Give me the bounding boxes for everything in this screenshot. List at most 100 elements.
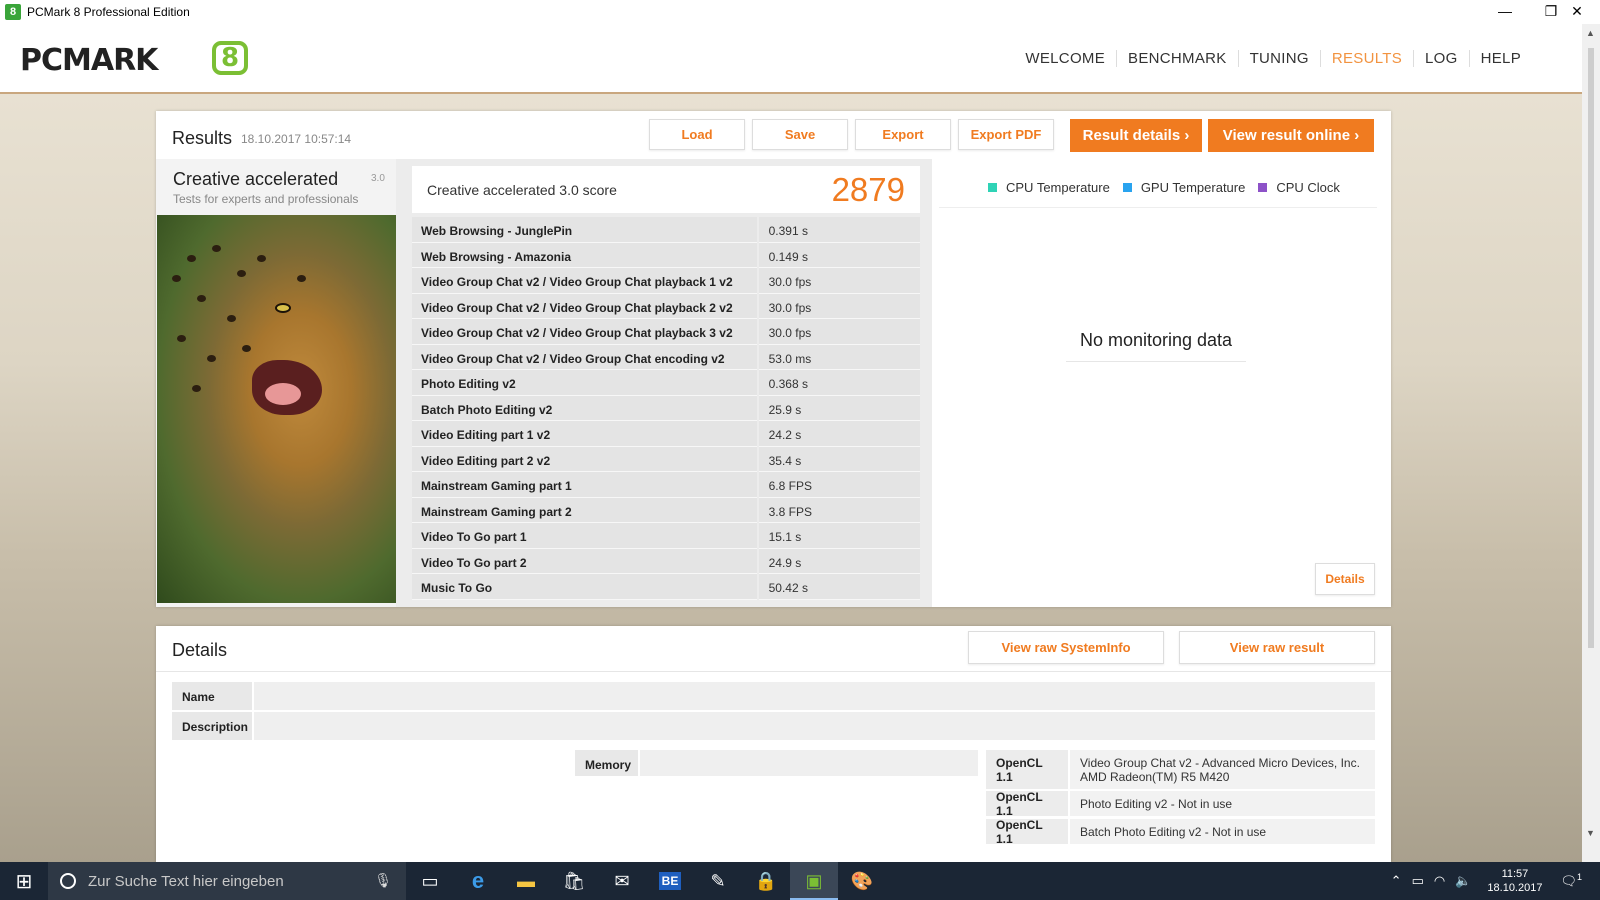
benchmark-value: 3.8 FPS	[758, 497, 920, 523]
opencl-label: OpenCL 1.1	[986, 750, 1068, 789]
load-button[interactable]: Load	[649, 119, 745, 150]
export-button[interactable]: Export	[855, 119, 951, 150]
legend-divider	[939, 207, 1377, 208]
paint-app-icon[interactable]: 🎨	[838, 862, 886, 900]
benchmark-value: 50.42 s	[758, 574, 920, 600]
wifi-icon[interactable]: ◠	[1434, 873, 1445, 889]
scroll-up-arrow-icon[interactable]: ▲	[1586, 28, 1595, 38]
volume-icon[interactable]: 🔈	[1455, 873, 1471, 889]
result-details-button[interactable]: Result details ›	[1070, 119, 1202, 152]
legend-swatch-icon	[1122, 183, 1132, 192]
system-tray: ⌃ ▭ ◠ 🔈 11:57 18.10.2017 🗨1	[1391, 862, 1600, 900]
table-row: Photo Editing v2 0.368 s	[412, 370, 920, 396]
table-row: Web Browsing - Amazonia 0.149 s	[412, 242, 920, 268]
taskbar-clock[interactable]: 11:57 18.10.2017	[1487, 867, 1542, 895]
view-raw-result-button[interactable]: View raw result	[1179, 631, 1375, 664]
nav-help[interactable]: HELP	[1468, 50, 1532, 67]
export-pdf-button[interactable]: Export PDF	[958, 119, 1054, 150]
benchmark-name: Web Browsing - JunglePin	[412, 217, 757, 243]
lock-app-icon[interactable]: 🔒	[742, 862, 790, 900]
legend-label: CPU Temperature	[1006, 180, 1110, 195]
notification-count: 1	[1576, 872, 1582, 883]
view-result-online-label: View result online	[1222, 127, 1351, 144]
benchmark-name: Video Group Chat v2 / Video Group Chat p…	[412, 293, 757, 319]
benchmark-name: Video Group Chat v2 / Video Group Chat e…	[412, 344, 757, 370]
windows-start-icon[interactable]: ⊞	[0, 862, 48, 900]
result-details-label: Result details	[1082, 127, 1181, 144]
store-icon[interactable]: 🛍	[550, 862, 598, 900]
opencl-row: OpenCL 1.1 Video Group Chat v2 - Advanced…	[986, 750, 1375, 789]
benchmark-name: Photo Editing v2	[412, 370, 757, 396]
description-row: Description	[172, 712, 1375, 740]
opencl-value: Video Group Chat v2 - Advanced Micro Dev…	[1070, 750, 1375, 789]
scroll-down-arrow-icon[interactable]: ▼	[1586, 828, 1595, 838]
benchmark-value: 30.0 fps	[758, 293, 920, 319]
table-row: Music To Go 50.42 s	[412, 574, 920, 600]
benchmark-value: 24.9 s	[758, 548, 920, 574]
chevron-up-icon[interactable]: ⌃	[1391, 873, 1402, 889]
legend-label: GPU Temperature	[1140, 180, 1246, 195]
pcmark-taskbar-icon[interactable]: ▣	[790, 862, 838, 900]
pcmark-app-icon: 8	[5, 4, 21, 20]
view-raw-systeminfo-button[interactable]: View raw SystemInfo	[968, 631, 1164, 664]
description-label: Description	[172, 712, 252, 740]
table-row: Video Group Chat v2 / Video Group Chat p…	[412, 293, 920, 319]
legend-item: CPU Clock	[1258, 180, 1340, 195]
search-placeholder: Zur Suche Text hier eingeben	[88, 872, 284, 890]
details-title: Details	[172, 640, 228, 660]
nav-tuning[interactable]: TUNING	[1237, 50, 1320, 67]
pen-app-icon[interactable]: ✎	[694, 862, 742, 900]
benchmark-name: Video Group Chat v2 / Video Group Chat p…	[412, 268, 757, 294]
minimize-button[interactable]: —	[1482, 0, 1528, 24]
view-result-online-button[interactable]: View result online ›	[1208, 119, 1374, 152]
monitoring-column	[932, 159, 1391, 607]
save-button[interactable]: Save	[752, 119, 848, 150]
table-row: Video To Go part 1 15.1 s	[412, 523, 920, 549]
table-row: Batch Photo Editing v2 25.9 s	[412, 395, 920, 421]
benchmark-name: Batch Photo Editing v2	[412, 395, 757, 421]
benchmark-value: 24.2 s	[758, 421, 920, 447]
benchmark-name: Video Editing part 2 v2	[412, 446, 757, 472]
benchmark-value: 0.368 s	[758, 370, 920, 396]
leopard-image	[157, 215, 396, 603]
scrollbar-thumb[interactable]	[1588, 48, 1594, 648]
opencl-row: OpenCL 1.1 Batch Photo Editing v2 - Not i…	[986, 818, 1375, 846]
nav-benchmark[interactable]: BENCHMARK	[1116, 50, 1238, 67]
table-row: Web Browsing - JunglePin 0.391 s	[412, 217, 920, 243]
benchmark-name: Mainstream Gaming part 1	[412, 472, 757, 498]
benchmark-app-icon[interactable]: BE	[646, 862, 694, 900]
task-view-icon[interactable]: ▭	[406, 862, 454, 900]
mail-icon[interactable]: ✉	[598, 862, 646, 900]
clock-time: 11:57	[1501, 868, 1529, 880]
file-explorer-icon[interactable]: ▬	[502, 862, 550, 900]
taskbar-search-box[interactable]: Zur Suche Text hier eingeben 🎙	[48, 862, 406, 900]
clock-date: 18.10.2017	[1487, 882, 1543, 894]
legend-item: CPU Temperature	[988, 180, 1110, 195]
monitoring-details-button[interactable]: Details	[1315, 563, 1375, 595]
table-row: Video To Go part 2 24.9 s	[412, 548, 920, 574]
app-header: PCMARK 8 WELCOME BENCHMARK TUNING RESULTS LO…	[0, 24, 1582, 94]
vertical-scrollbar[interactable]: ▲ ▼	[1582, 24, 1600, 862]
close-button[interactable]: ✕	[1554, 0, 1600, 24]
results-title: Results	[172, 128, 233, 148]
nav-results[interactable]: RESULTS	[1319, 50, 1413, 67]
microphone-icon[interactable]: 🎙	[374, 872, 392, 889]
test-name: Creative accelerated	[173, 169, 339, 189]
nav-log[interactable]: LOG	[1413, 50, 1469, 67]
battery-icon[interactable]: ▭	[1412, 873, 1424, 889]
benchmark-name: Music To Go	[412, 574, 757, 600]
nav-welcome[interactable]: WELCOME	[1014, 50, 1116, 67]
benchmark-name: Video To Go part 1	[412, 523, 757, 549]
notifications-icon[interactable]: 🗨1	[1560, 872, 1582, 889]
test-subtitle: Tests for experts and professionals	[173, 192, 359, 206]
pcmark-logo-mark: 8	[212, 41, 248, 75]
benchmark-value: 30.0 fps	[758, 268, 920, 294]
name-label: Name	[172, 682, 252, 710]
score-label: Creative accelerated 3.0 score	[427, 182, 617, 198]
benchmark-name: Mainstream Gaming part 2	[412, 497, 757, 523]
chevron-right-icon: ›	[1354, 127, 1360, 144]
opencl-value: Batch Photo Editing v2 - Not in use	[1070, 819, 1375, 844]
main-nav: WELCOME BENCHMARK TUNING RESULTS LOG HELP	[1014, 50, 1532, 67]
results-date: 18.10.2017 10:57:14	[241, 132, 352, 146]
edge-browser-icon[interactable]: e	[454, 862, 502, 900]
